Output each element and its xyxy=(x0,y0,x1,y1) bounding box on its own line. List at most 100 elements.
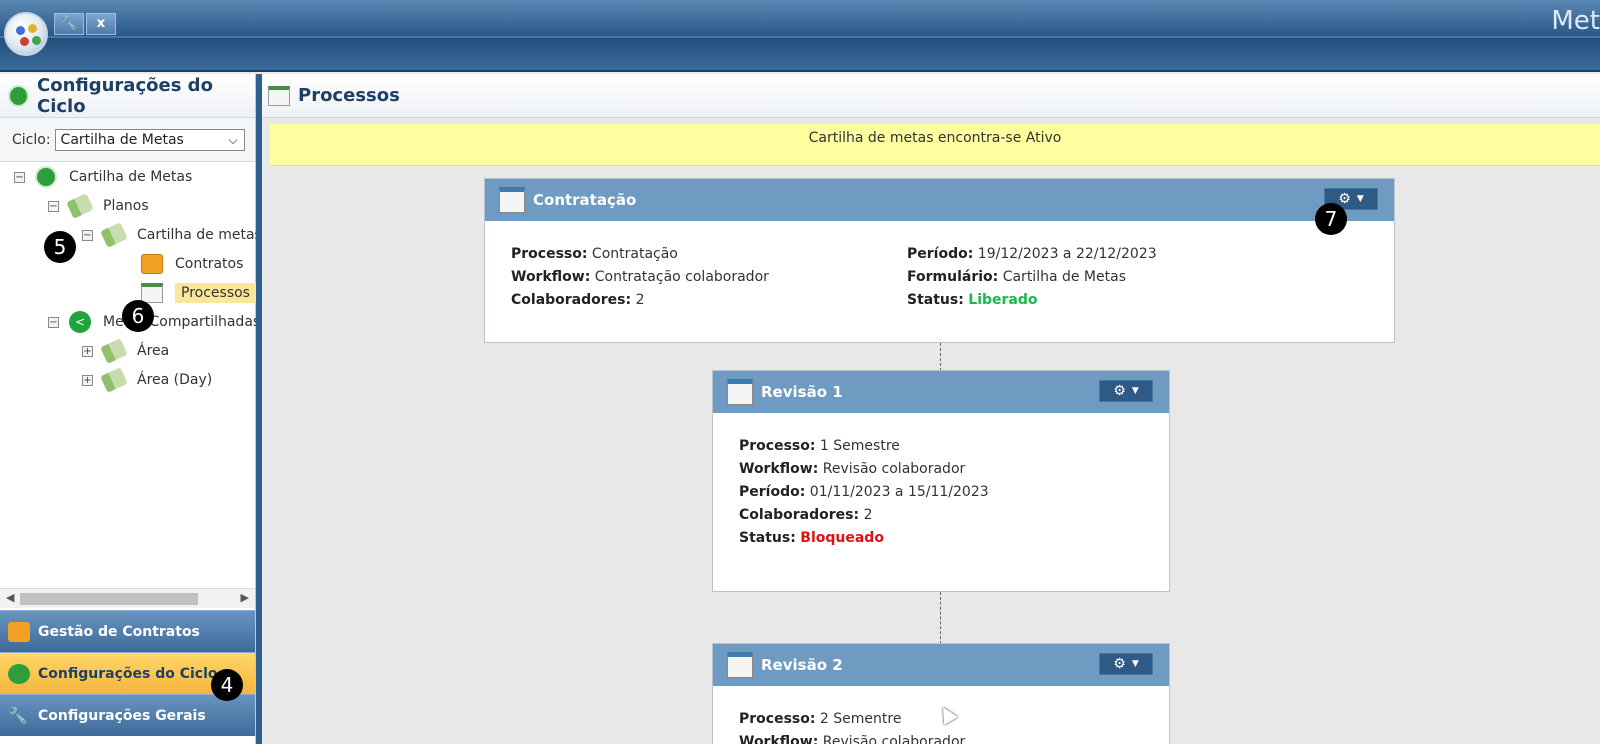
tree-node-planos[interactable]: − Planos xyxy=(48,193,149,219)
accordion-label: Gestão de Contratos xyxy=(38,623,200,640)
contract-icon xyxy=(8,621,30,642)
accordion-config-gerais[interactable]: 🔧 Configurações Gerais xyxy=(0,694,255,736)
status-banner: Cartilha de metas encontra-se Ativo xyxy=(270,124,1600,166)
plan-icon xyxy=(100,338,128,364)
expand-icon[interactable]: + xyxy=(82,345,93,357)
status-row: Status: Liberado xyxy=(907,292,1038,308)
tree-node-root[interactable]: − Cartilha de Metas xyxy=(14,164,192,190)
accordion-gestao-contratos[interactable]: Gestão de Contratos xyxy=(0,610,255,652)
process-card-contratacao: Contratação ⚙ ▼ Processo: Contratação Wor… xyxy=(484,178,1395,343)
collapse-icon[interactable]: − xyxy=(82,229,93,241)
calendar-icon xyxy=(727,652,753,678)
tree-node-label: Planos xyxy=(103,198,149,214)
scroll-thumb[interactable] xyxy=(20,593,198,605)
card-header: Contratação ⚙ ▼ xyxy=(485,179,1394,221)
page-title: Processos xyxy=(298,85,400,106)
cycle-tree: − Cartilha de Metas − Planos − Cartilha … xyxy=(0,164,262,594)
accordion-label: Configurações do Ciclo xyxy=(38,665,218,682)
scroll-left-icon[interactable]: ◀ xyxy=(6,591,14,604)
app-logo-icon[interactable] xyxy=(4,12,48,56)
card-title: Contratação xyxy=(533,191,637,209)
tree-node-processos[interactable]: Processos xyxy=(141,280,256,306)
tree-node-contratos[interactable]: Contratos xyxy=(141,251,243,277)
left-panel: Configurações do Ciclo Ciclo: Cartilha d… xyxy=(0,74,262,744)
tree-node-label: Cartilha de metas xyxy=(137,227,262,243)
plan-icon xyxy=(100,222,128,248)
annotation-badge-7: 7 xyxy=(1315,203,1347,235)
card-body: Processo: Contratação Workflow: Contrata… xyxy=(485,221,1394,326)
gear-icon: ⚙ xyxy=(1113,656,1126,672)
flow-connector xyxy=(940,592,941,644)
caret-down-icon: ▼ xyxy=(1131,659,1139,669)
processo-row: Processo: Contratação xyxy=(511,246,678,262)
colaboradores-row: Colaboradores: 2 xyxy=(739,507,873,523)
card-header: Revisão 1 ⚙ ▼ xyxy=(713,371,1169,413)
calendar-icon xyxy=(727,379,753,405)
annotation-badge-6: 6 xyxy=(122,300,154,332)
gear-icon: ⚙ xyxy=(1113,383,1126,399)
process-icon xyxy=(141,283,163,303)
cycle-settings-icon xyxy=(8,84,29,107)
close-tab-button[interactable]: x xyxy=(86,13,116,35)
tree-node-label: Processos xyxy=(175,283,256,303)
gear-icon: ⚙ xyxy=(1338,191,1351,207)
workflow-row: Workflow: Revisão colaborador xyxy=(739,734,966,744)
status-row: Status: Bloqueado xyxy=(739,530,884,546)
main-header: Processos xyxy=(262,74,1600,118)
card-title: Revisão 1 xyxy=(761,383,843,401)
formulario-row: Formulário: Cartilha de Metas xyxy=(907,269,1126,285)
wrench-icon: 🔧 xyxy=(8,705,28,725)
caret-down-icon: ▼ xyxy=(1131,386,1139,396)
collapse-icon[interactable]: − xyxy=(14,171,25,183)
collapse-icon[interactable]: − xyxy=(48,200,59,212)
tree-node-area[interactable]: + Área xyxy=(82,338,169,364)
process-card-revisao-2: Revisão 2 ⚙ ▼ Processo: 2 Sementre Workfl… xyxy=(712,643,1170,744)
app-topbar: 🔧 x Met xyxy=(0,0,1600,72)
workflow-row: Workflow: Revisão colaborador xyxy=(739,461,966,477)
brand-title: Met xyxy=(1551,6,1600,36)
scroll-right-icon[interactable]: ▶ xyxy=(241,591,249,604)
process-icon xyxy=(268,85,290,106)
periodo-row: Período: 01/11/2023 a 15/11/2023 xyxy=(739,484,989,500)
colaboradores-row: Colaboradores: 2 xyxy=(511,292,645,308)
periodo-row: Período: 19/12/2023 a 22/12/2023 xyxy=(907,246,1157,262)
workflow-row: Workflow: Contratação colaborador xyxy=(511,269,769,285)
plan-icon xyxy=(100,367,128,393)
annotation-badge-5: 5 xyxy=(44,231,76,263)
chevron-down-icon: ⌵ xyxy=(228,132,238,147)
tree-node-label: Cartilha de Metas xyxy=(69,169,193,185)
contract-icon xyxy=(141,254,163,274)
tree-node-label: Contratos xyxy=(175,256,244,272)
annotation-badge-4: 4 xyxy=(211,669,243,701)
panel-splitter[interactable] xyxy=(256,74,262,744)
collapse-icon[interactable]: − xyxy=(48,316,59,328)
processo-row: Processo: 1 Semestre xyxy=(739,438,900,454)
cycle-select-value: Cartilha de Metas xyxy=(60,131,184,148)
calendar-icon xyxy=(499,187,525,213)
flow-connector xyxy=(940,343,941,371)
wrench-icon[interactable]: 🔧 xyxy=(54,13,84,35)
card-body: Processo: 1 Semestre Workflow: Revisão c… xyxy=(713,413,1169,564)
tree-horizontal-scrollbar[interactable]: ◀ ▶ xyxy=(0,588,255,608)
left-panel-header: Configurações do Ciclo xyxy=(0,74,255,118)
status-value: Liberado xyxy=(968,292,1038,308)
cycle-select[interactable]: Cartilha de Metas ⌵ xyxy=(54,128,245,151)
card-title: Revisão 2 xyxy=(761,656,843,674)
process-card-revisao-1: Revisão 1 ⚙ ▼ Processo: 1 Semestre Workfl… xyxy=(712,370,1170,592)
expand-icon[interactable]: + xyxy=(82,374,93,386)
gear-menu-button[interactable]: ⚙ ▼ xyxy=(1099,380,1153,402)
tree-node-label: Área (Day) xyxy=(137,372,213,388)
cycle-settings-icon xyxy=(8,663,30,684)
gear-menu-button[interactable]: ⚙ ▼ xyxy=(1099,653,1153,675)
left-panel-title: Configurações do Ciclo xyxy=(37,74,213,117)
share-icon: < xyxy=(69,311,91,333)
tree-node-plan-item[interactable]: − Cartilha de metas xyxy=(82,222,262,248)
topbar-stripe xyxy=(0,36,1600,38)
card-header: Revisão 2 ⚙ ▼ xyxy=(713,644,1169,686)
cycle-icon xyxy=(35,166,57,188)
tree-node-area-day[interactable]: + Área (Day) xyxy=(82,367,212,393)
cycle-label: Ciclo: xyxy=(12,131,51,148)
accordion-label: Configurações Gerais xyxy=(38,707,206,724)
tree-node-metas-compartilhadas[interactable]: − < Metas Compartilhadas xyxy=(48,309,260,335)
caret-down-icon: ▼ xyxy=(1356,194,1364,204)
